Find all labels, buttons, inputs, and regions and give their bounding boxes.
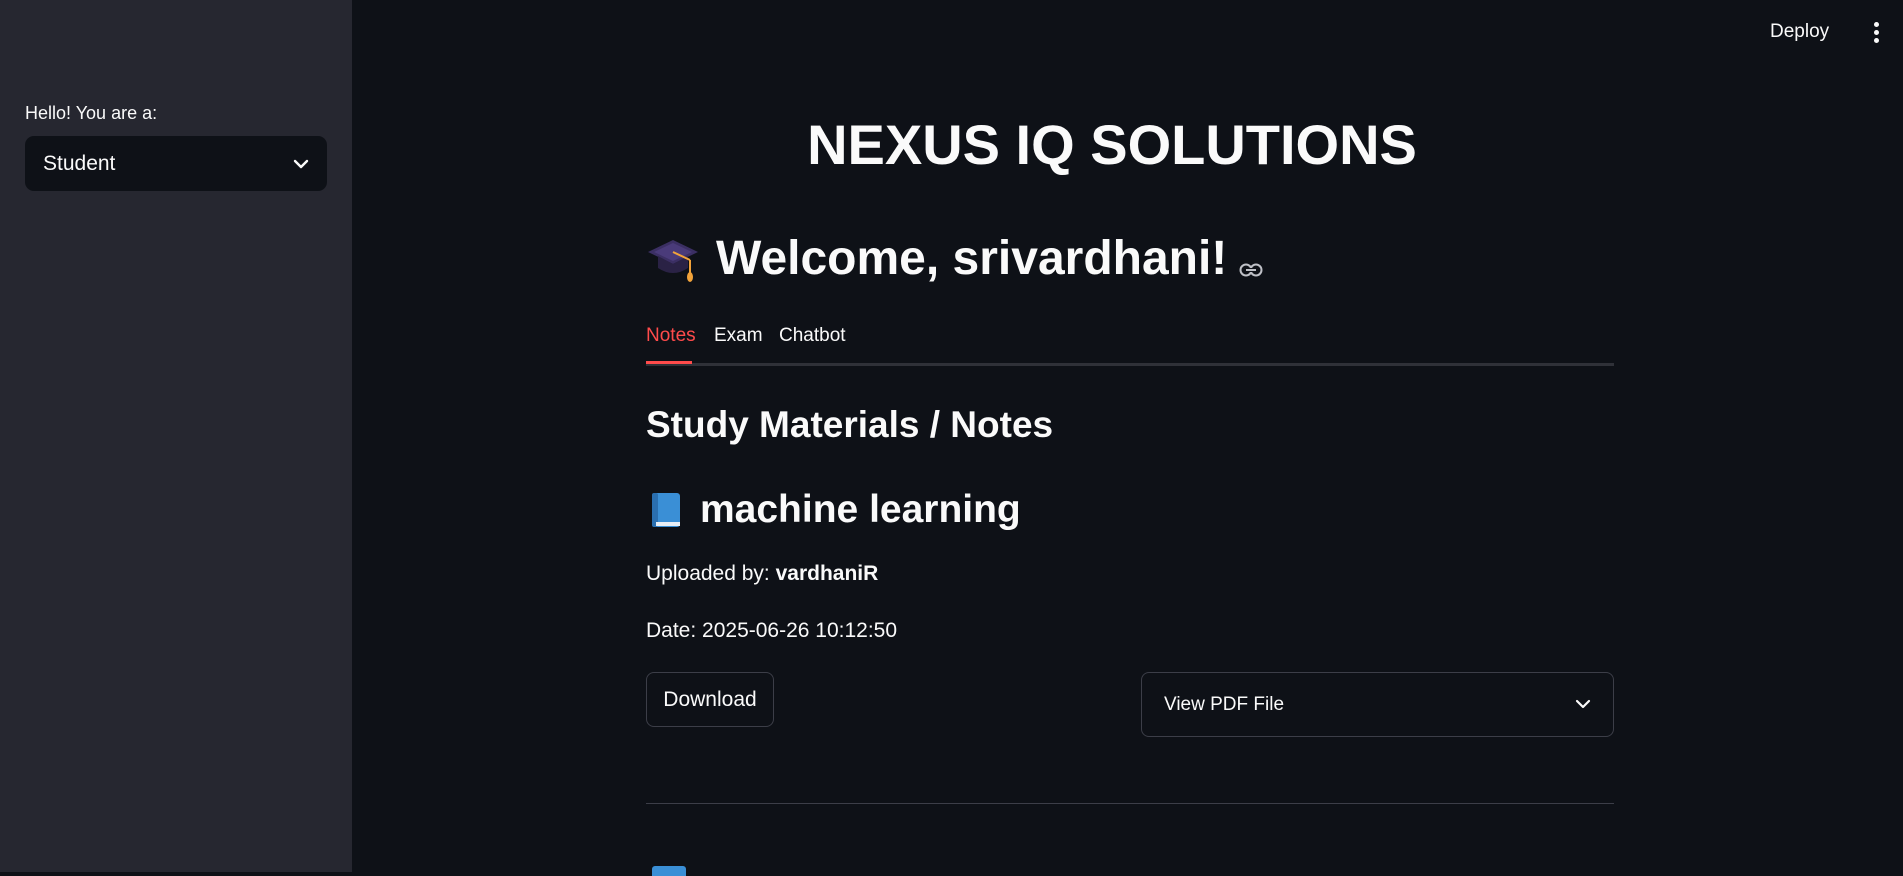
active-tab-indicator [646, 361, 692, 364]
anchor-link-icon[interactable] [1239, 234, 1263, 289]
note-title: machine learning [646, 488, 1021, 532]
role-select-value: Student [43, 151, 116, 175]
welcome-text: Welcome, srivardhani! [716, 232, 1228, 285]
tab-exam[interactable]: Exam [714, 325, 763, 347]
tab-bar: Notes Exam Chatbot [646, 318, 1614, 366]
main-menu-icon[interactable] [1866, 22, 1886, 46]
upload-date: Date: 2025-06-26 10:12:50 [646, 619, 898, 642]
tab-chatbot[interactable]: Chatbot [779, 325, 846, 347]
chevron-down-icon [1575, 696, 1591, 714]
tab-notes[interactable]: Notes [646, 325, 696, 347]
view-pdf-label: View PDF File [1164, 693, 1285, 715]
welcome-heading: Welcome, srivardhani! [646, 228, 1263, 289]
view-pdf-expander[interactable]: View PDF File [1141, 672, 1614, 737]
section-title: Study Materials / Notes [646, 404, 1054, 445]
divider [646, 803, 1614, 804]
note-title-text: machine learning [700, 488, 1021, 531]
role-select-label: Hello! You are a: [25, 103, 158, 123]
uploader-name: vardhaniR [775, 562, 879, 585]
download-button[interactable]: Download [646, 672, 774, 727]
sidebar: Hello! You are a: Student [0, 0, 352, 872]
blue-book-icon [652, 866, 686, 876]
graduation-cap-icon [646, 234, 700, 284]
blue-book-icon [646, 490, 686, 530]
role-select[interactable]: Student [25, 136, 327, 191]
uploaded-by-line: Uploaded by: vardhaniR [646, 562, 878, 586]
brand-title: NEXUS IQ SOLUTIONS [807, 113, 1417, 176]
deploy-button[interactable]: Deploy [1770, 21, 1829, 43]
uploaded-by-label: Uploaded by: [646, 562, 776, 585]
chevron-down-icon [293, 159, 309, 169]
